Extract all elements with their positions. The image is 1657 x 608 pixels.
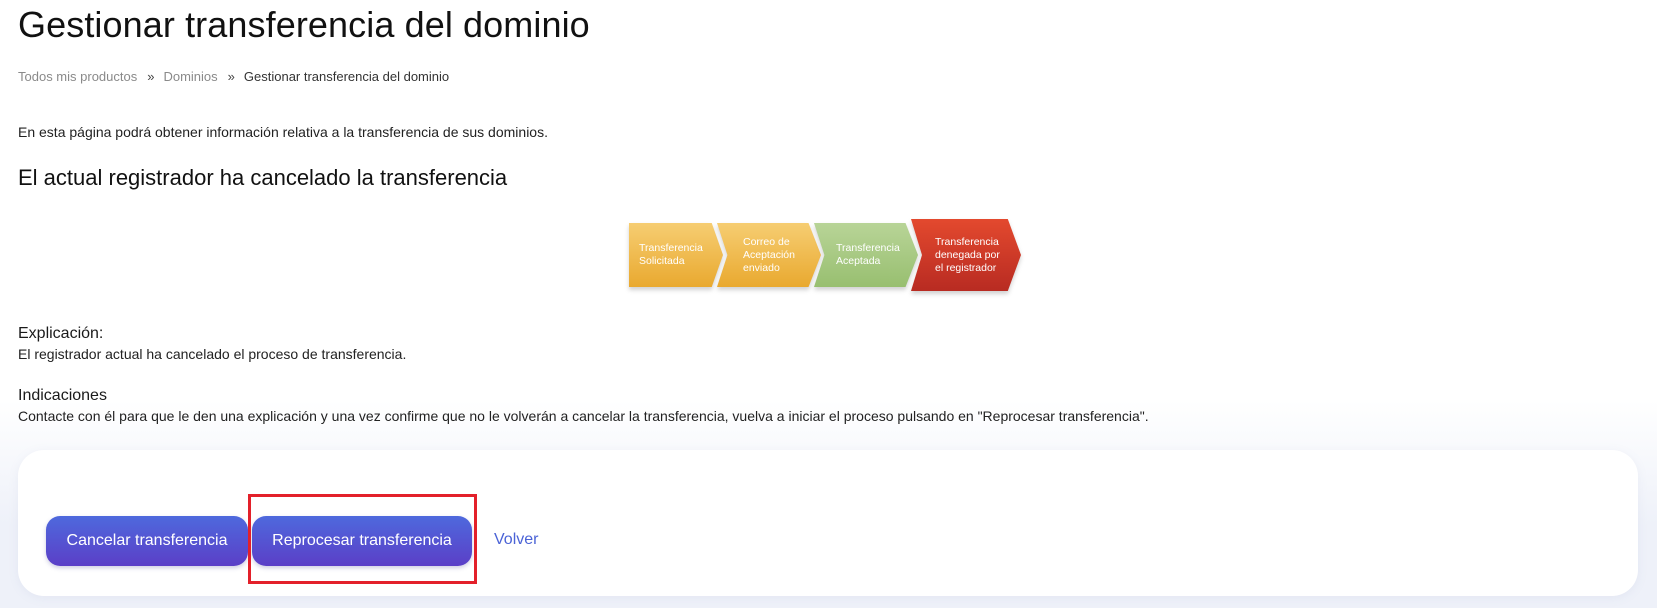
transfer-process-steps: Transferencia Solicitada Correo de Acept… — [629, 219, 1029, 295]
breadcrumb-separator: » — [227, 69, 235, 84]
step-label-line: denegada por — [935, 248, 1000, 261]
breadcrumb: Todos mis productos » Dominios » Gestion… — [18, 69, 449, 84]
breadcrumb-item-current: Gestionar transferencia del dominio — [243, 69, 450, 84]
step-label-line: Correo de — [743, 235, 790, 248]
step-label-line: Solicitada — [639, 255, 685, 267]
indications-text: Contacte con él para que le den una expl… — [18, 408, 1149, 424]
indications-label: Indicaciones — [18, 387, 107, 404]
breadcrumb-item-domains[interactable]: Dominios — [163, 69, 217, 84]
step-transfer-accepted: Transferencia Aceptada — [814, 223, 918, 287]
step-label-line: Aceptación — [743, 248, 795, 261]
intro-text: En esta página podrá obtener información… — [18, 124, 548, 140]
back-link[interactable]: Volver — [494, 531, 538, 549]
step-transfer-requested: Transferencia Solicitada — [629, 223, 723, 287]
explanation-label: Explicación: — [18, 325, 104, 342]
step-label-line: Transferencia — [836, 242, 900, 254]
step-label-line: Transferencia — [639, 242, 703, 254]
step-transfer-denied: Transferencia denegada por el registrado… — [911, 219, 1021, 291]
transfer-status-heading: El actual registrador ha cancelado la tr… — [18, 165, 508, 190]
step-label-line: Transferencia — [935, 235, 999, 248]
step-acceptance-email-sent: Correo de Aceptación enviado — [717, 223, 821, 287]
step-label-line: el registrador — [935, 261, 997, 274]
reprocess-transfer-button[interactable]: Reprocesar transferencia — [252, 516, 472, 566]
page-title: Gestionar transferencia del dominio — [18, 4, 590, 45]
breadcrumb-separator: » — [147, 69, 155, 84]
breadcrumb-item-all-products[interactable]: Todos mis productos — [18, 69, 137, 84]
step-label-line: Aceptada — [836, 255, 881, 267]
explanation-text: El registrador actual ha cancelado el pr… — [18, 346, 407, 362]
cancel-transfer-button[interactable]: Cancelar transferencia — [46, 516, 248, 566]
step-label-line: enviado — [743, 261, 780, 274]
